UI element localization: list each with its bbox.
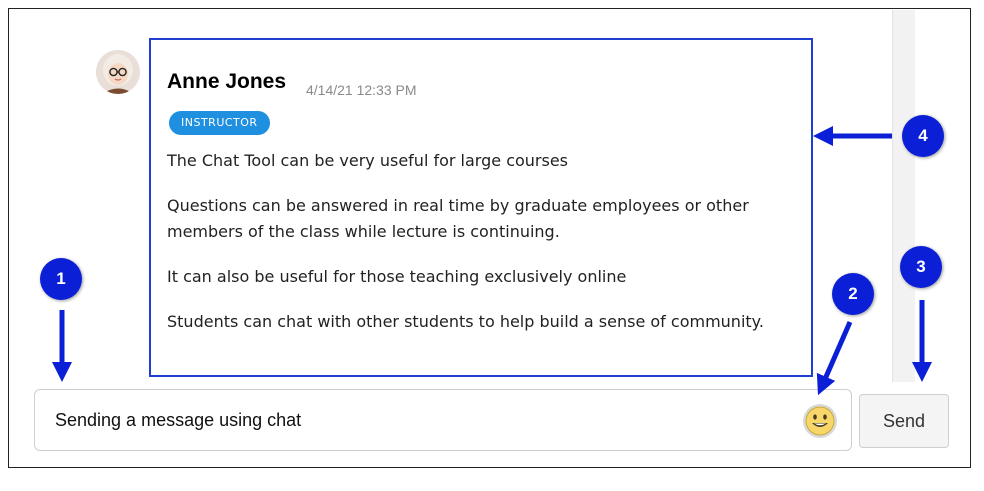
callout-badge-2: 2 — [832, 273, 874, 315]
callout-badge-1: 1 — [40, 258, 82, 300]
callout-badge-3: 3 — [900, 246, 942, 288]
author-name: Anne Jones — [167, 70, 287, 93]
message-line: Questions can be answered in real time b… — [167, 196, 749, 241]
send-button[interactable]: Send — [859, 394, 949, 448]
message-composer — [34, 389, 852, 451]
message-line: The Chat Tool can be very useful for lar… — [167, 151, 569, 170]
callout-badge-4: 4 — [902, 115, 944, 157]
message-timestamp: 4/14/21 12:33 PM — [306, 82, 417, 98]
user-avatar-icon — [96, 50, 140, 94]
role-badge: INSTRUCTOR — [169, 111, 270, 135]
smiley-face-icon — [803, 404, 837, 438]
message-line: Students can chat with other students to… — [167, 312, 764, 331]
emoji-button[interactable] — [801, 402, 839, 440]
message-line: It can also be useful for those teaching… — [167, 267, 627, 286]
avatar — [96, 50, 140, 94]
message-input[interactable] — [55, 390, 775, 450]
chat-scrollbar[interactable] — [892, 10, 915, 382]
